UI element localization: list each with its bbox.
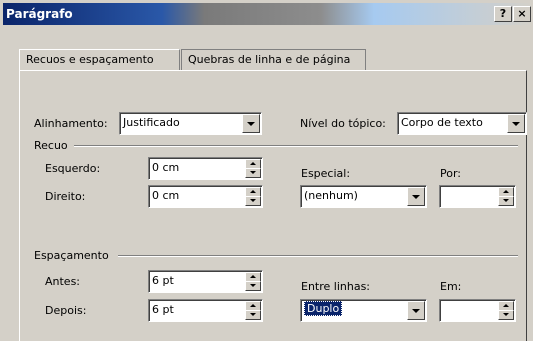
chevron-down-icon[interactable] (407, 187, 425, 206)
antes-spinner[interactable] (245, 272, 261, 291)
em-spinner[interactable] (498, 301, 514, 320)
dialog-title: Parágrafo (6, 7, 73, 21)
arrow-down-icon[interactable] (245, 281, 261, 291)
por-spinbox[interactable] (439, 185, 516, 208)
em-label: Em: (440, 280, 462, 293)
recuo-section-label: Recuo (34, 139, 68, 152)
entre-linhas-dropdown[interactable]: Duplo (300, 299, 427, 322)
paragraph-dialog: Parágrafo ? × Recuos e espaçamento Quebr… (0, 0, 533, 341)
recuo-divider (74, 145, 518, 147)
tab-recuos-label: Recuos e espaçamento (26, 53, 154, 66)
espacamento-divider (118, 255, 518, 257)
close-button[interactable]: × (513, 6, 531, 22)
chevron-down-icon[interactable] (242, 114, 260, 133)
nivel-value: Corpo de texto (401, 116, 483, 129)
antes-spinbox[interactable]: 6 pt (148, 270, 263, 293)
depois-spinbox[interactable]: 6 pt (148, 299, 263, 322)
direito-spinner[interactable] (245, 187, 261, 206)
por-spinner[interactable] (498, 187, 514, 206)
entre-linhas-value: Duplo (304, 301, 343, 316)
arrow-down-icon[interactable] (245, 196, 261, 206)
alinhamento-value: Justificado (123, 116, 180, 129)
direito-spinbox[interactable]: 0 cm (148, 185, 263, 208)
nivel-label: Nível do tópico: (300, 117, 386, 130)
tab-quebras[interactable]: Quebras de linha e de página (181, 49, 366, 70)
por-label: Por: (440, 167, 462, 180)
especial-dropdown[interactable]: (nenhum) (300, 185, 427, 208)
esquerdo-spinner[interactable] (245, 159, 261, 178)
chevron-down-icon[interactable] (407, 301, 425, 320)
espacamento-section-label: Espaçamento (34, 249, 109, 262)
tab-quebras-label: Quebras de linha e de página (188, 53, 351, 66)
direito-value: 0 cm (152, 189, 180, 202)
antes-value: 6 pt (152, 274, 174, 287)
em-spinbox[interactable] (439, 299, 516, 322)
especial-label: Especial: (301, 167, 351, 180)
arrow-down-icon[interactable] (498, 196, 514, 206)
title-bar[interactable]: Parágrafo ? × (3, 3, 533, 25)
esquerdo-label: Esquerdo: (45, 162, 101, 175)
chevron-down-icon[interactable] (507, 114, 525, 133)
arrow-down-icon[interactable] (498, 310, 514, 320)
antes-label: Antes: (45, 275, 81, 288)
alinhamento-dropdown[interactable]: Justificado (119, 112, 262, 135)
entre-linhas-label: Entre linhas: (301, 280, 371, 293)
esquerdo-value: 0 cm (152, 161, 180, 174)
help-button[interactable]: ? (494, 6, 512, 22)
depois-spinner[interactable] (245, 301, 261, 320)
especial-value: (nenhum) (304, 189, 358, 202)
direito-label: Direito: (45, 190, 86, 203)
arrow-down-icon[interactable] (245, 310, 261, 320)
esquerdo-spinbox[interactable]: 0 cm (148, 157, 263, 180)
arrow-down-icon[interactable] (245, 168, 261, 178)
depois-value: 6 pt (152, 303, 174, 316)
tab-recuos-espacamento[interactable]: Recuos e espaçamento (19, 49, 180, 70)
alinhamento-label: Alinhamento: (34, 117, 108, 130)
depois-label: Depois: (45, 304, 87, 317)
nivel-dropdown[interactable]: Corpo de texto (397, 112, 527, 135)
